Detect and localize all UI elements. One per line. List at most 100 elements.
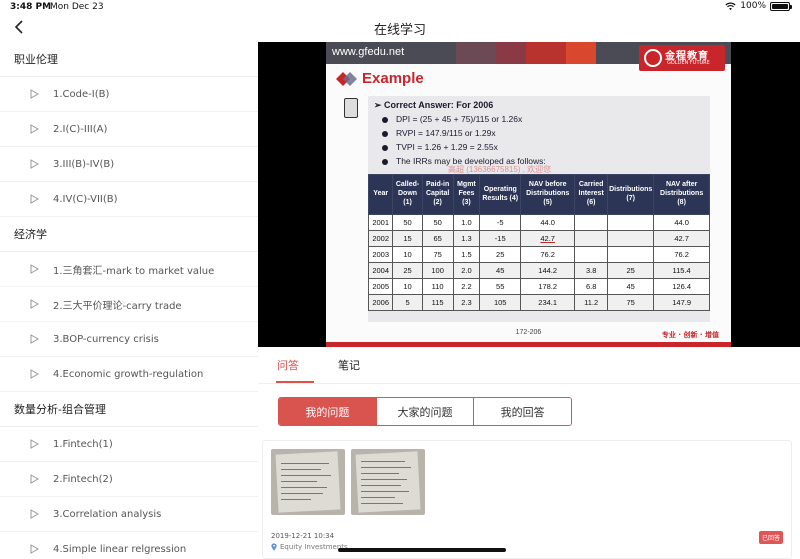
play-icon bbox=[30, 124, 39, 134]
sidebar-item[interactable]: 3.Correlation analysis bbox=[0, 497, 258, 532]
table-header: NAV after Distributions (8) bbox=[653, 174, 710, 215]
sidebar-item[interactable]: 2.I(C)-III(A) bbox=[0, 112, 258, 147]
slide-footer-bar bbox=[326, 342, 731, 347]
table-cell: 1.0 bbox=[452, 214, 481, 231]
question-photo[interactable] bbox=[351, 449, 425, 515]
bullet-tvpi: TVPI = 1.26 + 1.29 = 2.55x bbox=[382, 142, 498, 152]
sidebar-item-label: 2.I(C)-III(A) bbox=[53, 123, 108, 135]
status-bar: 3:48 PM Mon Dec 23 100% bbox=[0, 0, 800, 14]
table-cell: 178.2 bbox=[520, 278, 576, 295]
table-cell: 42.7 bbox=[653, 230, 710, 247]
sidebar-item-label: 4.Simple linear relgression bbox=[53, 543, 187, 555]
table-cell: 147.9 bbox=[653, 294, 710, 311]
location-pin-icon bbox=[271, 543, 277, 551]
sidebar-section-ethics[interactable]: 职业伦理 bbox=[0, 42, 258, 77]
table-row: 2001 50 50 1.0 -5 44.0 44.0 bbox=[367, 214, 710, 231]
slide-heading-text: Example bbox=[362, 70, 424, 87]
segment-all-questions[interactable]: 大家的问题 bbox=[376, 398, 475, 425]
wifi-icon bbox=[725, 2, 736, 10]
table-cell bbox=[607, 246, 655, 263]
table-cell: 15 bbox=[392, 230, 423, 247]
table-cell: 2001 bbox=[367, 214, 394, 231]
table-cell bbox=[607, 214, 655, 231]
table-cell: 2005 bbox=[367, 278, 394, 295]
table-header: Paid-in Capital (2) bbox=[421, 174, 454, 215]
question-photo[interactable] bbox=[271, 449, 345, 515]
table-cell: 76.2 bbox=[653, 246, 710, 263]
slide-url: www.gfedu.net bbox=[332, 46, 405, 58]
table-row: 2006 5 115 2.3 105 234.1 11.2 75 147.9 bbox=[367, 294, 710, 311]
sidebar-section-quant[interactable]: 数量分析-组合管理 bbox=[0, 392, 258, 427]
home-indicator bbox=[338, 548, 506, 552]
table-cell: 105 bbox=[479, 294, 522, 311]
nav-bar: 在线学习 bbox=[0, 14, 800, 42]
sidebar-item[interactable]: 3.III(B)-IV(B) bbox=[0, 147, 258, 182]
logo-subtext: GOLDEN FUTURE bbox=[667, 60, 710, 66]
play-icon bbox=[30, 264, 39, 274]
table-cell: 110 bbox=[421, 278, 454, 295]
table-cell: 25 bbox=[607, 262, 655, 279]
table-cell: -15 bbox=[479, 230, 522, 247]
table-header: Operating Results (4) bbox=[479, 174, 522, 215]
table-header: Mgmt Fees (3) bbox=[452, 174, 481, 215]
table-header: Called-Down (1) bbox=[392, 174, 423, 215]
segment-my-answers[interactable]: 我的回答 bbox=[474, 398, 571, 425]
table-cell bbox=[574, 230, 609, 247]
table-cell: 75 bbox=[607, 294, 655, 311]
battery-percent: 100% bbox=[740, 1, 766, 11]
sidebar-section-economics[interactable]: 经济学 bbox=[0, 217, 258, 252]
play-icon bbox=[30, 474, 39, 484]
sidebar-item-label: 1.三角套汇-mark to market value bbox=[53, 265, 215, 277]
sidebar-item[interactable]: 4.IV(C)-VII(B) bbox=[0, 182, 258, 217]
table-cell: 65 bbox=[421, 230, 454, 247]
table-cell: 10 bbox=[392, 278, 423, 295]
sidebar-item[interactable]: 4.Simple linear relgression bbox=[0, 532, 258, 559]
sidebar-item-label: 1.Fintech(1) bbox=[53, 438, 113, 450]
table-cell: 115.4 bbox=[653, 262, 710, 279]
play-icon bbox=[30, 159, 39, 169]
table-cell: 75 bbox=[421, 246, 454, 263]
logo-emblem-icon bbox=[644, 49, 662, 67]
sidebar-item[interactable]: 1.Fintech(1) bbox=[0, 427, 258, 462]
table-cell bbox=[574, 246, 609, 263]
sidebar-item-label: 3.Correlation analysis bbox=[53, 508, 162, 520]
question-timestamp: 2019-12-21 10:34 bbox=[271, 532, 335, 540]
question-filter: 我的问题 大家的问题 我的回答 bbox=[278, 397, 572, 426]
segment-my-questions[interactable]: 我的问题 bbox=[279, 398, 377, 425]
table-row: 2002 15 65 1.3 -15 42.7 42.7 bbox=[367, 230, 710, 247]
table-cell: 6.8 bbox=[574, 278, 609, 295]
tab-notes[interactable]: 笔记 bbox=[338, 357, 360, 373]
table-cell: 25 bbox=[392, 262, 423, 279]
bullet-rvpi: RVPI = 147.9/115 or 1.29x bbox=[382, 128, 496, 138]
play-icon bbox=[30, 509, 39, 519]
lecture-slide: www.gfedu.net 金程教育 GOLDEN FUTURE Example… bbox=[326, 42, 731, 347]
table-row: 2005 10 110 2.2 55 178.2 6.8 45 126.4 bbox=[367, 278, 710, 295]
answer-title: ➢ Correct Answer: For 2006 bbox=[374, 100, 494, 110]
sidebar-item[interactable]: 2.三大平价理论-carry trade bbox=[0, 287, 258, 322]
table-cell: 234.1 bbox=[520, 294, 576, 311]
table-row: 2003 10 75 1.5 25 76.2 76.2 bbox=[367, 246, 710, 263]
bullet-dpi: DPI = (25 + 45 + 75)/115 or 1.26x bbox=[381, 114, 523, 124]
table-cell: 10 bbox=[392, 246, 423, 263]
table-cell: 2.2 bbox=[452, 278, 481, 295]
sidebar-item[interactable]: 1.三角套汇-mark to market value bbox=[0, 252, 258, 287]
video-player[interactable]: www.gfedu.net 金程教育 GOLDEN FUTURE Example… bbox=[258, 42, 800, 347]
sidebar-item[interactable]: 1.Code-I(B) bbox=[0, 77, 258, 112]
table-cell: 44.0 bbox=[520, 214, 576, 231]
course-sidebar: 职业伦理 1.Code-I(B) 2.I(C)-III(A) 3.III(B)-… bbox=[0, 42, 258, 559]
table-cell: 2002 bbox=[367, 230, 394, 247]
table-cell: 126.4 bbox=[653, 278, 710, 295]
table-cell: 55 bbox=[479, 278, 522, 295]
sidebar-item[interactable]: 4.Economic growth-regulation bbox=[0, 357, 258, 392]
tab-qa[interactable]: 问答 bbox=[277, 357, 299, 373]
irr-table: Year Called-Down (1) Paid-in Capital (2)… bbox=[367, 174, 710, 311]
page-title: 在线学习 bbox=[373, 23, 426, 38]
sidebar-item[interactable]: 2.Fintech(2) bbox=[0, 462, 258, 497]
diamond-icon bbox=[336, 71, 357, 86]
sidebar-item[interactable]: 3.BOP-currency crisis bbox=[0, 322, 258, 357]
answered-badge: 已回答 bbox=[758, 531, 783, 544]
slide-content: ➢ Correct Answer: For 2006 DPI = (25 + 4… bbox=[367, 96, 710, 322]
question-card[interactable]: 2019-12-21 10:34 Equity Investments 已回答 bbox=[262, 440, 792, 559]
play-icon bbox=[30, 299, 39, 309]
table-header: Carried Interest (6) bbox=[574, 174, 609, 215]
